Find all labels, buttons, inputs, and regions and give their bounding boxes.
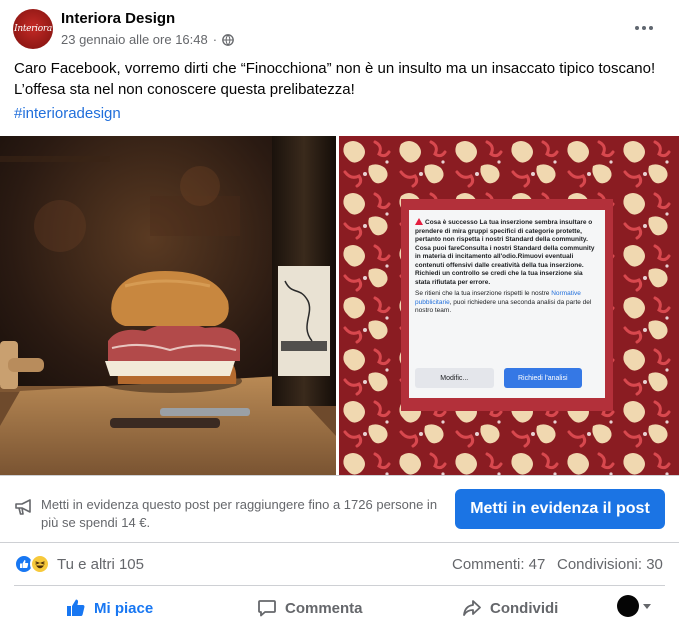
boost-post-button[interactable]: Metti in evidenza il post [455,489,665,529]
haha-reaction-icon [30,554,50,574]
more-icon-dot [635,26,639,30]
boost-bar: Metti in evidenza questo post per raggiu… [0,476,679,542]
comment-button-label: Commenta [285,599,363,617]
caret-down-icon [643,603,651,609]
megaphone-icon [15,499,31,515]
like-button[interactable]: Mi piace [66,592,153,624]
more-icon-dot [642,26,646,30]
boost-description: Metti in evidenza questo post per raggiu… [41,497,438,530]
reactions-summary[interactable]: Tu e altri 105 [57,556,144,573]
dialog-warning: Cosa è successo La tua inserzione sembra… [415,218,599,287]
reactions-bar: Tu e altri 105 Commenti: 47 Condivisioni… [0,543,679,585]
reaction-icons[interactable] [14,554,54,574]
audience-selector[interactable] [617,595,653,617]
comment-button[interactable]: Commenta [257,592,363,624]
meta-separator: · [212,32,218,47]
sandwich-photo [0,136,336,475]
comment-icon [258,600,276,617]
comments-count[interactable]: Commenti: 47 [452,556,545,573]
warning-icon [415,218,423,225]
post-message: Caro Facebook, vorremo dirti che “Finocc… [14,60,656,98]
share-button-label: Condividi [490,599,559,617]
share-button[interactable]: Condividi [462,592,558,624]
profile-avatar [617,595,639,617]
dialog-buttons: Modific... Richiedi l'analisi [415,368,582,388]
post-meta: 23 gennaio alle ore 16:48 · [61,32,234,47]
globe-icon[interactable] [222,33,234,46]
dialog-note: Se ritieni che la tua inserzione rispett… [415,290,599,316]
post-photo-sandwich[interactable] [0,136,336,475]
modify-button[interactable]: Modific... [415,368,494,388]
shares-count[interactable]: Condivisioni: 30 [557,556,663,573]
dialog-warning-text: Cosa è successo La tua inserzione sembra… [415,219,595,286]
post-card: Interiora Interiora Design 23 gennaio al… [0,0,679,629]
rejection-dialog-frame: Cosa è successo La tua inserzione sembra… [401,199,613,411]
post-timestamp[interactable]: 23 gennaio alle ore 16:48 [61,32,208,47]
action-bar: Mi piace Commenta Condividi [0,586,679,629]
share-icon [463,600,481,616]
hashtag-link[interactable]: #interioradesign [14,105,121,122]
request-review-button[interactable]: Richiedi l'analisi [503,368,582,388]
page-avatar[interactable]: Interiora [13,9,53,49]
avatar-logo-text: Interiora [14,24,52,34]
post-photo-rejection[interactable]: Cosa è successo La tua inserzione sembra… [339,136,679,475]
like-button-label: Mi piace [94,599,154,617]
more-icon-dot [649,26,653,30]
more-options-button[interactable] [626,14,662,42]
dialog-note-before: Se ritieni che la tua inserzione rispett… [415,290,550,297]
thumbs-up-icon [67,599,85,616]
laughing-face-icon [35,561,45,569]
page-name[interactable]: Interiora Design [61,10,175,27]
post-header: Interiora Interiora Design 23 gennaio al… [0,0,679,55]
thumbs-up-icon [20,560,29,568]
